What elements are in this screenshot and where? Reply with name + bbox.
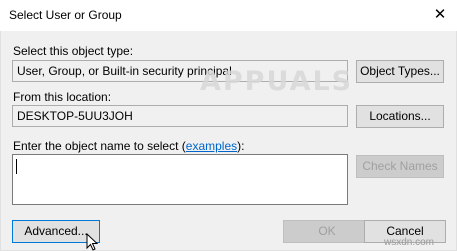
text-caret bbox=[16, 159, 17, 174]
object-name-label: Enter the object name to select (example… bbox=[13, 139, 244, 153]
object-types-button[interactable]: Object Types... bbox=[356, 60, 444, 83]
watermark-logo: APPUALS bbox=[200, 66, 354, 97]
close-icon[interactable]: ✕ bbox=[425, 2, 455, 28]
object-type-label: Select this object type: bbox=[13, 44, 134, 58]
object-name-input[interactable] bbox=[12, 154, 348, 205]
examples-link[interactable]: examples bbox=[186, 139, 237, 153]
check-names-button[interactable]: Check Names bbox=[356, 155, 444, 178]
window-title: Select User or Group bbox=[9, 8, 122, 22]
location-label: From this location: bbox=[13, 90, 112, 104]
ok-button[interactable]: OK bbox=[283, 220, 371, 243]
object-name-label-prefix: Enter the object name to select ( bbox=[13, 139, 186, 153]
object-name-label-suffix: ): bbox=[237, 139, 245, 153]
locations-button[interactable]: Locations... bbox=[356, 105, 444, 128]
footer-watermark: wsxdn.com bbox=[384, 237, 435, 248]
mouse-cursor-icon bbox=[86, 233, 98, 251]
title-bar: Select User or Group ✕ bbox=[0, 0, 457, 31]
location-field: DESKTOP-5UU3JOH bbox=[12, 105, 348, 127]
